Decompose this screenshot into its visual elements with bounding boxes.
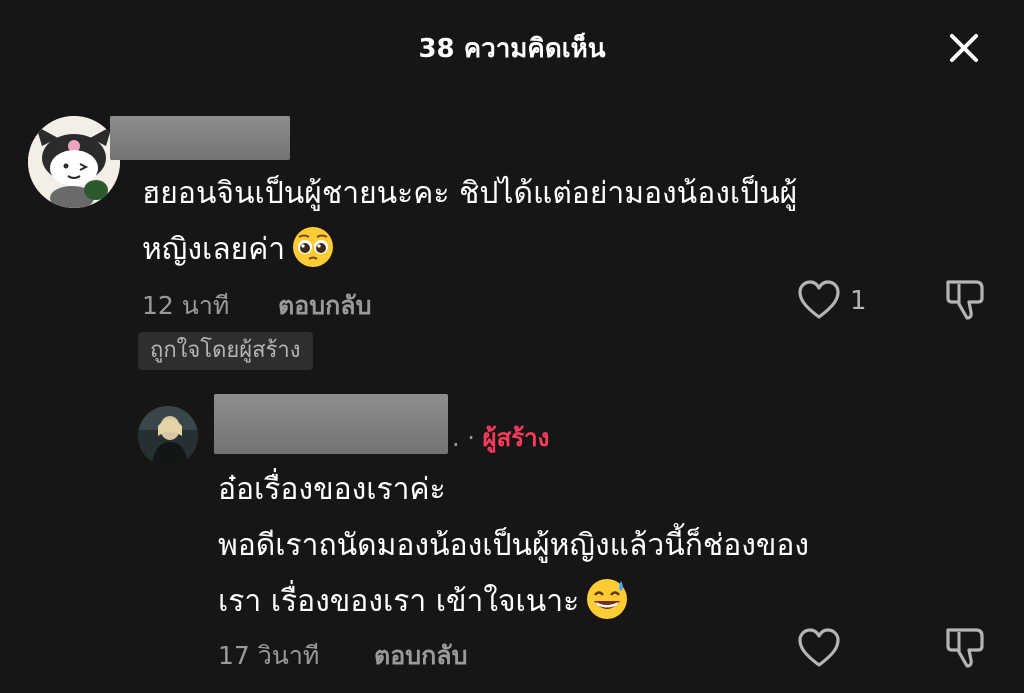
comment-line: เรา เรื่องของเรา เข้าใจเนาะ — [218, 584, 580, 619]
comment-line: ฮยอนจินเป็นผู้ชายนะคะ ชิปได้แต่อย่ามองน้… — [142, 176, 798, 211]
like-button[interactable] — [796, 278, 842, 322]
reply-text: อ๋อเรื่องของเราค่ะ พอดีเราถนัดมองน้องเป็… — [218, 462, 809, 630]
creator-avatar[interactable] — [138, 406, 198, 466]
comment-line: อ๋อเรื่องของเราค่ะ — [218, 472, 446, 507]
comment-time: 12 นาที — [142, 291, 230, 320]
commenter-avatar[interactable] — [28, 116, 120, 208]
heart-icon — [798, 628, 840, 667]
separator-dot: . · — [452, 424, 475, 452]
close-icon — [950, 34, 978, 62]
dislike-button[interactable] — [942, 624, 988, 670]
thumbs-down-icon — [946, 628, 984, 668]
like-count: 1 — [850, 286, 867, 316]
comment-text: ฮยอนจินเป็นผู้ชายนะคะ ชิปได้แต่อย่ามองน้… — [142, 166, 797, 278]
comment-line-with-emoji: หญิงเลยค่า — [142, 222, 797, 278]
comment-line: พอดีเราถนัดมองน้องเป็นผู้หญิงแล้วนี้ก็ช่… — [218, 528, 810, 563]
redacted-username[interactable] — [214, 394, 448, 454]
creator-avatar-icon — [138, 406, 198, 466]
pleading-face-emoji-icon — [293, 226, 334, 267]
comment-line: หญิงเลยค่า — [142, 232, 286, 267]
redacted-username[interactable] — [110, 116, 290, 160]
creator-label: ผู้สร้าง — [482, 424, 550, 452]
creator-tag: . · ผู้สร้าง — [452, 418, 549, 457]
comments-count-title: 38 ความคิดเห็น — [418, 34, 606, 64]
like-button[interactable] — [796, 626, 842, 670]
comments-sheet: 38 ความคิดเห็น ฮยอนจินเป็นผู้ชายนะคะ ชิป… — [0, 0, 1024, 693]
dislike-button[interactable] — [942, 276, 988, 322]
reply-time: 17 วินาที — [218, 641, 320, 670]
heart-icon — [798, 280, 840, 319]
reply-button[interactable]: ตอบกลับ — [278, 286, 371, 326]
reply-button[interactable]: ตอบกลับ — [374, 636, 467, 676]
comment-line-with-emoji: เรา เรื่องของเรา เข้าใจเนาะ — [218, 574, 809, 630]
thumbs-down-icon — [946, 280, 984, 320]
kuromi-avatar-icon — [28, 116, 120, 208]
liked-by-creator-badge: ถูกใจโดยผู้สร้าง — [138, 332, 313, 370]
close-button[interactable] — [942, 26, 986, 70]
grinning-sweat-emoji-icon — [587, 578, 628, 619]
